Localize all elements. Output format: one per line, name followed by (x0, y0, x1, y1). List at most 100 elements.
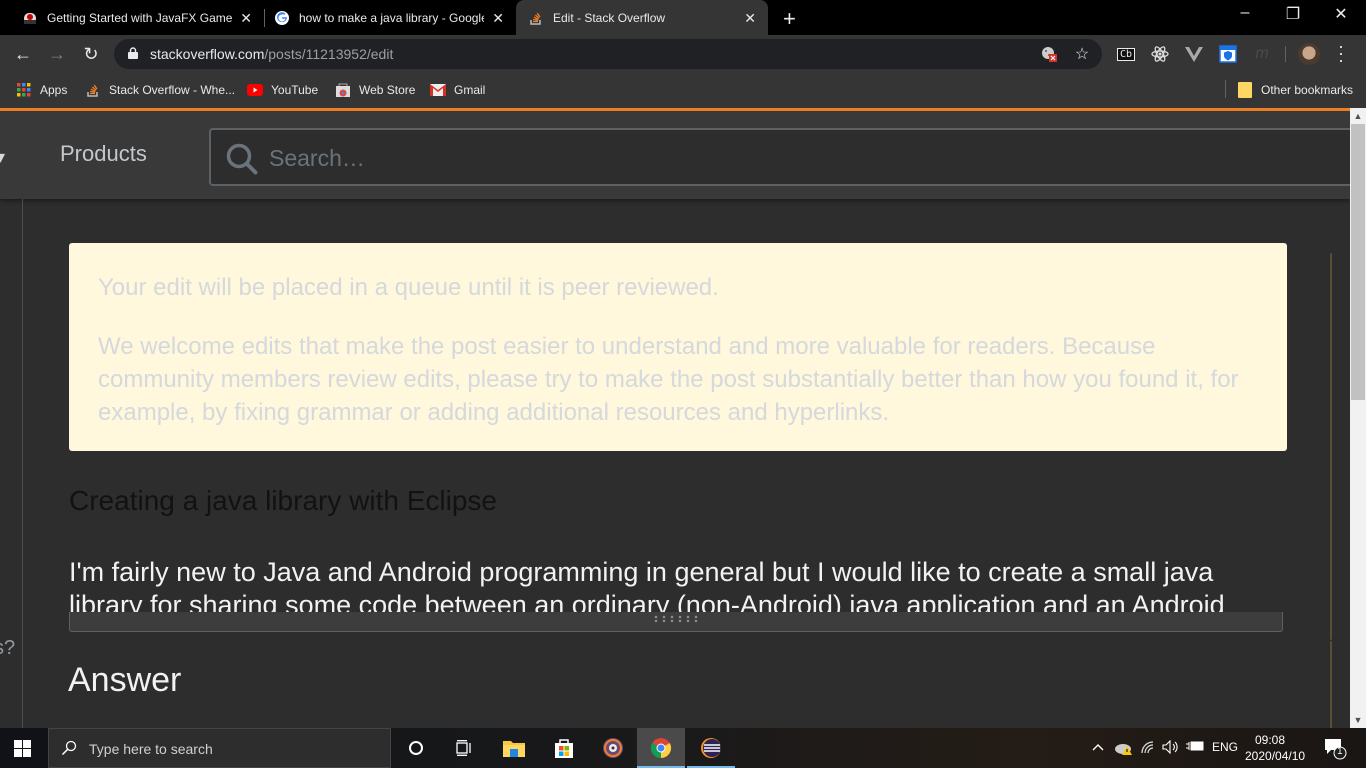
tab-google-search[interactable]: how to make a java library - Google ✕ (266, 0, 516, 35)
products-menu[interactable]: Products (60, 141, 147, 167)
tab-javafx[interactable]: Getting Started with JavaFX Game P ✕ (14, 0, 264, 35)
system-clock[interactable]: 09:08 2020/04/10 (1245, 732, 1306, 764)
minimize-button[interactable]: – (1222, 4, 1268, 22)
youtube-icon (247, 82, 263, 98)
scroll-up-arrow-icon[interactable]: ▲ (1350, 108, 1366, 124)
search-icon (226, 143, 258, 175)
task-view-icon[interactable] (440, 728, 488, 768)
maximize-button[interactable]: ❐ (1270, 4, 1316, 24)
bookmark-label: YouTube (271, 83, 319, 97)
bookmark-apps[interactable]: Apps (16, 81, 67, 99)
clock-date: 2020/04/10 (1245, 749, 1306, 763)
tab-edit-stack-overflow[interactable]: Edit - Stack Overflow ✕ (516, 0, 768, 35)
site-search-box[interactable] (209, 128, 1350, 186)
answer-heading: Answer (68, 661, 182, 699)
google-favicon-icon (274, 10, 290, 26)
shield-extension-icon[interactable] (1218, 44, 1238, 64)
bookmark-label: Other bookmarks (1261, 83, 1354, 97)
taskbar-search-placeholder: Type here to search (89, 741, 213, 757)
browser-toolbar: ← → ↻ stackoverflow.com/posts/11213952/e… (0, 35, 1366, 73)
editor-resize-handle[interactable] (69, 612, 1283, 632)
apps-grid-icon (16, 82, 32, 98)
bookmark-star-icon[interactable]: ☆ (1073, 45, 1091, 63)
peer-review-notice: Your edit will be placed in a queue unti… (69, 243, 1287, 451)
page-scrollbar[interactable]: ▲ ▼ (1350, 108, 1366, 728)
cortana-icon[interactable] (392, 728, 440, 768)
left-sidebar-text-fragment: s? (0, 637, 16, 659)
windows-start-icon[interactable] (14, 740, 31, 757)
profile-avatar[interactable] (1298, 43, 1320, 65)
stackoverflow-icon (85, 82, 101, 98)
scroll-thumb[interactable] (1351, 124, 1365, 400)
folder-icon (1237, 82, 1253, 98)
file-explorer-icon[interactable] (490, 728, 538, 768)
cb-extension-icon[interactable]: Cb (1116, 44, 1136, 64)
windows-taskbar: Type here to search ENG 09:08 2020/04/10 (0, 728, 1366, 768)
search-input[interactable] (269, 138, 1169, 178)
url-host: stackoverflow.com (150, 46, 265, 62)
address-bar[interactable]: stackoverflow.com/posts/11213952/edit ☆ (114, 39, 1102, 69)
react-devtools-icon[interactable] (1150, 44, 1170, 64)
browser-menu-icon[interactable]: · · · (1336, 37, 1346, 69)
gmail-icon (430, 82, 446, 98)
bookmarks-bar: Apps Stack Overflow - Whe... YouTube Web… (0, 73, 1366, 108)
bookmark-label: Apps (40, 83, 68, 97)
tab-title: how to make a java library - Google (299, 10, 484, 25)
other-bookmarks[interactable]: Other bookmarks (1237, 81, 1353, 99)
sidebar-widget-body (1330, 310, 1332, 640)
onedrive-warning-icon[interactable] (1114, 740, 1134, 759)
wifi-icon[interactable] (1140, 740, 1156, 757)
lock-icon (128, 47, 138, 59)
question-body-preview[interactable]: I'm fairly new to Java and Android progr… (69, 556, 1284, 612)
back-button[interactable]: ← (12, 43, 34, 65)
notification-count: 1 (1337, 746, 1343, 757)
url-path: /posts/11213952/edit (264, 46, 394, 62)
taskbar-search-box[interactable]: Type here to search (48, 728, 391, 768)
action-center-icon[interactable]: 1 (1324, 738, 1348, 760)
tray-overflow-chevron-icon[interactable] (1092, 738, 1104, 754)
webstore-icon (335, 82, 351, 98)
taskbar-search-icon (61, 740, 77, 761)
bookmark-label: Stack Overflow - Whe... (109, 83, 236, 97)
battery-charging-icon[interactable] (1186, 740, 1204, 755)
close-tab-icon[interactable]: ✕ (492, 10, 504, 27)
question-title: Creating a java library with Eclipse (69, 485, 497, 516)
grip-dots-icon (652, 615, 702, 623)
game-favicon-icon (22, 10, 38, 26)
volume-icon[interactable] (1162, 739, 1180, 757)
bookmarks-separator (1225, 80, 1226, 98)
media-player-icon[interactable] (589, 728, 637, 768)
toolbar-separator (1285, 46, 1286, 62)
scroll-down-arrow-icon[interactable]: ▼ (1350, 712, 1366, 728)
bookmark-label: Web Store (359, 83, 416, 97)
tab-title: Getting Started with JavaFX Game P (47, 10, 232, 25)
eclipse-icon[interactable] (687, 728, 735, 768)
bookmark-label: Gmail (454, 83, 486, 97)
m-extension-icon[interactable]: m (1252, 44, 1272, 64)
menu-chevron-fragment[interactable]: ▾ (0, 147, 5, 168)
bookmark-gmail[interactable]: Gmail (430, 81, 485, 99)
notice-line-1: Your edit will be placed in a queue unti… (98, 274, 719, 301)
close-tab-icon[interactable]: ✕ (240, 10, 252, 27)
stackoverflow-favicon-icon (528, 10, 544, 26)
bookmark-web-store[interactable]: Web Store (335, 81, 415, 99)
tab-strip: Getting Started with JavaFX Game P ✕ how… (0, 0, 1366, 35)
chrome-taskbar-icon[interactable] (637, 728, 685, 768)
url-text[interactable]: stackoverflow.com/posts/11213952/edit (150, 46, 393, 62)
sidebar-widget-next (1330, 641, 1332, 728)
page-viewport: ▾ Products s? Your edit will be placed i… (0, 108, 1350, 728)
new-tab-button[interactable]: + (783, 6, 796, 32)
microsoft-store-icon[interactable] (540, 728, 588, 768)
bookmark-youtube[interactable]: YouTube (247, 81, 318, 99)
tab-separator (264, 9, 265, 27)
tab-title: Edit - Stack Overflow (553, 10, 666, 25)
bookmark-stack-overflow[interactable]: Stack Overflow - Whe... (85, 81, 235, 99)
cookie-blocked-icon[interactable] (1040, 45, 1058, 63)
close-tab-icon[interactable]: ✕ (744, 10, 756, 27)
close-window-button[interactable]: ✕ (1318, 4, 1364, 24)
language-indicator[interactable]: ENG (1212, 740, 1238, 754)
notice-line-2: We welcome edits that make the post easi… (98, 333, 1239, 426)
reload-button[interactable]: ↻ (80, 43, 102, 65)
vue-devtools-icon[interactable] (1184, 44, 1204, 64)
forward-button[interactable]: → (46, 43, 68, 65)
